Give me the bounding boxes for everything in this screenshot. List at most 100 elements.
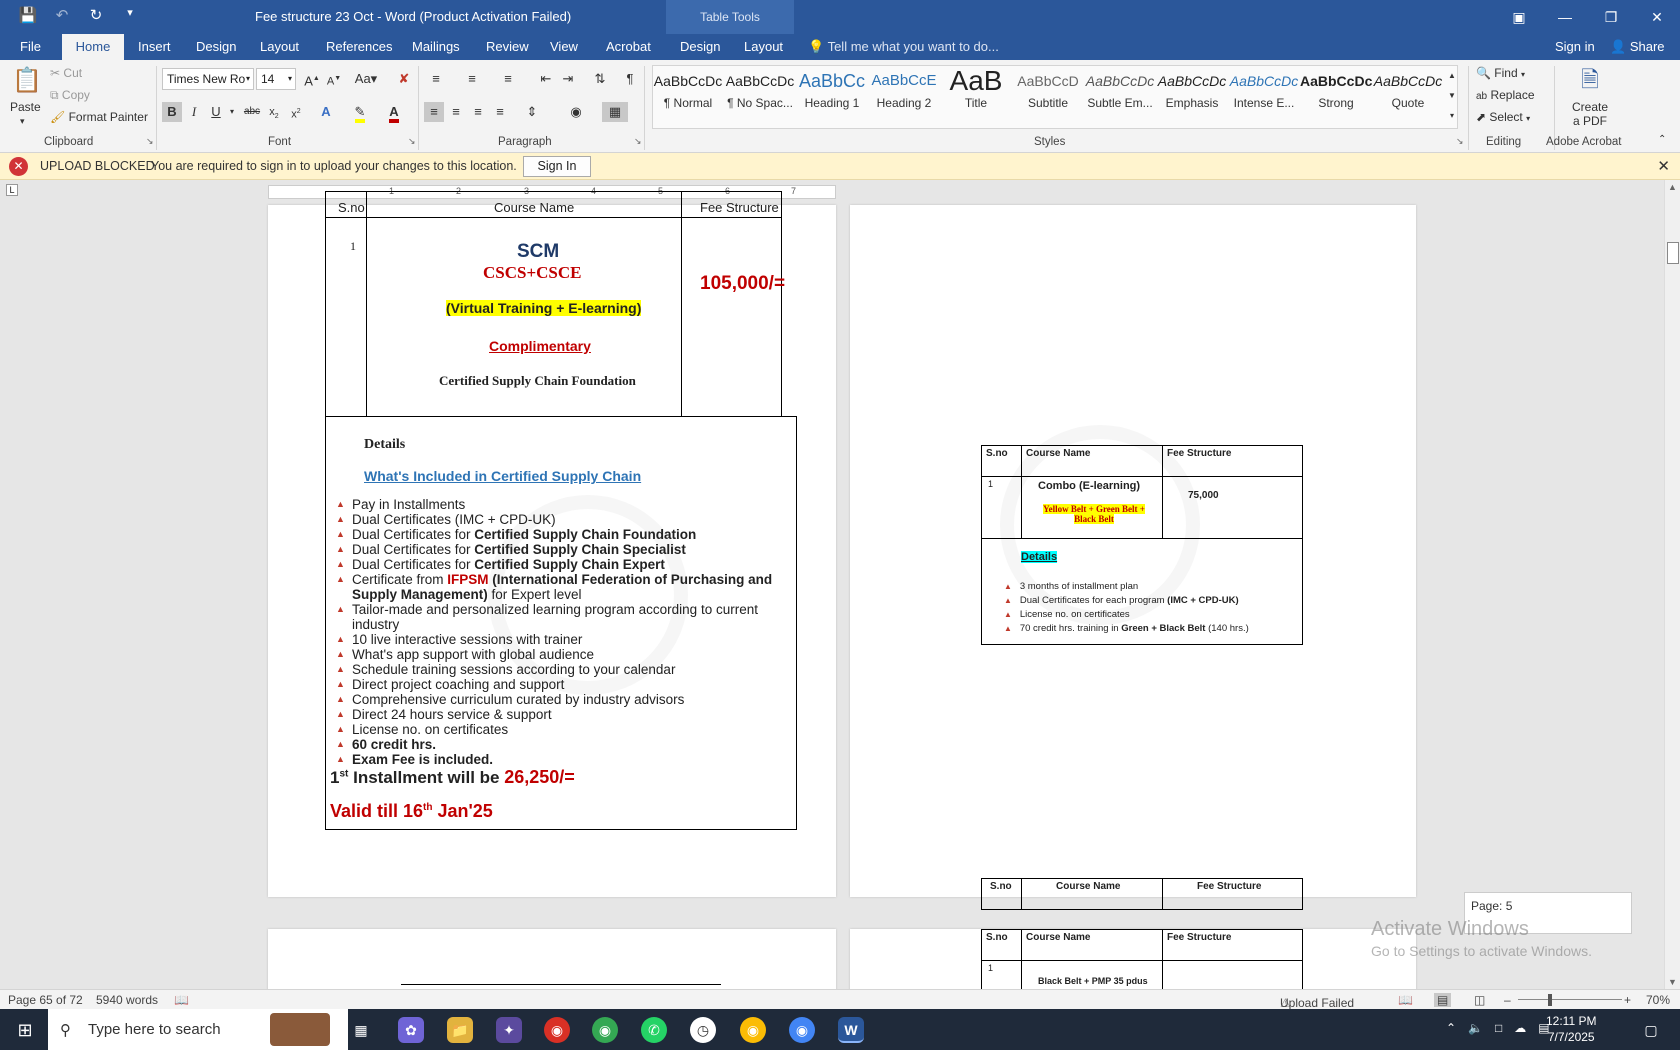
style-title[interactable]: AaB Title bbox=[940, 66, 1012, 126]
line-spacing-icon[interactable]: ⇕ bbox=[522, 102, 542, 122]
style-intense-emphasis[interactable]: AaBbCcDc Intense E... bbox=[1228, 66, 1300, 126]
subscript-button[interactable]: x2 bbox=[264, 102, 284, 122]
style-no-spacing[interactable]: AaBbCcDc ¶ No Spac... bbox=[724, 66, 796, 126]
tab-selector-icon[interactable]: L bbox=[6, 184, 18, 196]
sort-icon[interactable]: ⇅ bbox=[590, 69, 610, 89]
tab-design[interactable]: Design bbox=[186, 34, 246, 60]
windows-start-icon[interactable]: ⊞ bbox=[12, 1017, 38, 1043]
share-button[interactable]: 👤 Share bbox=[1610, 34, 1665, 60]
copy-button[interactable]: ⧉ Copy bbox=[50, 88, 90, 103]
document-area[interactable]: L 1 2 3 4 5 6 7 S.no Course Name Fee Str… bbox=[0, 180, 1664, 989]
create-pdf-button[interactable]: Create a PDF bbox=[1572, 100, 1608, 128]
chrome-icon[interactable]: ◉ bbox=[544, 1017, 570, 1043]
increase-indent-icon[interactable]: ⇥ bbox=[558, 69, 578, 89]
style-subtitle[interactable]: AaBbCcD Subtitle bbox=[1012, 66, 1084, 126]
multilevel-list-icon[interactable]: ≡ bbox=[498, 69, 518, 89]
strikethrough-button[interactable]: abc bbox=[242, 102, 262, 122]
sign-in-link[interactable]: Sign in bbox=[1555, 34, 1595, 60]
customize-qat-icon[interactable]: ▾ bbox=[120, 6, 140, 24]
gallery-more-icon[interactable]: ▾ bbox=[1442, 106, 1462, 126]
display-icon[interactable]: □ bbox=[1495, 1021, 1502, 1035]
message-sign-in-button[interactable]: Sign In bbox=[523, 156, 591, 177]
volume-icon[interactable]: 🔈 bbox=[1468, 1021, 1483, 1035]
zoom-out-icon[interactable]: – bbox=[1504, 993, 1511, 1007]
font-color-icon[interactable]: A bbox=[384, 102, 404, 123]
replace-button[interactable]: ab Replace bbox=[1476, 88, 1535, 102]
page-left-next[interactable] bbox=[268, 929, 836, 989]
font-launcher-icon[interactable]: ↘ bbox=[408, 136, 416, 147]
minimize-button[interactable]: — bbox=[1542, 0, 1588, 34]
tab-table-layout[interactable]: Layout bbox=[734, 34, 793, 60]
align-center-icon[interactable]: ≡ bbox=[446, 102, 466, 122]
style-normal[interactable]: AaBbCcDc ¶ Normal bbox=[652, 66, 724, 126]
scroll-down-icon[interactable]: ▼ bbox=[1668, 977, 1677, 987]
borders-icon[interactable]: ▦ bbox=[602, 102, 628, 122]
clipboard-launcher-icon[interactable]: ↘ bbox=[146, 136, 154, 147]
file-explorer-icon[interactable]: 📁 bbox=[447, 1017, 473, 1043]
gallery-up-icon[interactable]: ▲ bbox=[1442, 66, 1462, 86]
bullets-icon[interactable]: ≡ bbox=[426, 69, 446, 89]
close-icon[interactable]: ✕ bbox=[1657, 157, 1670, 175]
notifications-icon[interactable]: ▢ bbox=[1638, 1017, 1664, 1043]
find-button[interactable]: 🔍 Find ▾ bbox=[1476, 66, 1525, 80]
paste-button[interactable]: Paste bbox=[10, 100, 41, 114]
chrome-icon[interactable]: ◉ bbox=[740, 1017, 766, 1043]
cut-button[interactable]: ✂ Cut bbox=[50, 66, 82, 80]
clock-app-icon[interactable]: ◷ bbox=[690, 1017, 716, 1043]
italic-button[interactable]: I bbox=[184, 102, 204, 122]
paste-dropdown-icon[interactable]: ▾ bbox=[20, 116, 25, 127]
grow-font-icon[interactable]: A▲ bbox=[302, 69, 322, 89]
style-emphasis[interactable]: AaBbCcDc Emphasis bbox=[1156, 66, 1228, 126]
copilot-icon[interactable]: ✿ bbox=[398, 1017, 424, 1043]
align-left-icon[interactable]: ≡ bbox=[424, 102, 444, 122]
superscript-button[interactable]: x2 bbox=[286, 102, 306, 122]
font-name-select[interactable]: Times New Ro ▾ bbox=[162, 68, 254, 90]
taskbar-clock[interactable]: 12:11 PM 7/7/2025 bbox=[1546, 1013, 1596, 1045]
zoom-in-icon[interactable]: + bbox=[1624, 993, 1631, 1007]
restore-button[interactable]: ❐ bbox=[1588, 0, 1634, 34]
tab-layout[interactable]: Layout bbox=[250, 34, 309, 60]
chrome-icon[interactable]: ◉ bbox=[789, 1017, 815, 1043]
style-subtle-emphasis[interactable]: AaBbCcDc Subtle Em... bbox=[1084, 66, 1156, 126]
style-quote[interactable]: AaBbCcDc Quote bbox=[1372, 66, 1444, 126]
ribbon-display-icon[interactable]: ▣ bbox=[1496, 0, 1542, 34]
style-strong[interactable]: AaBbCcDc Strong bbox=[1300, 66, 1372, 126]
scroll-up-icon[interactable]: ▲ bbox=[1668, 182, 1677, 192]
bold-button[interactable]: B bbox=[162, 102, 182, 122]
gallery-down-icon[interactable]: ▼ bbox=[1442, 86, 1462, 106]
scrollbar-thumb[interactable] bbox=[1667, 242, 1679, 264]
redo-icon[interactable]: ↻ bbox=[86, 6, 106, 24]
page-right[interactable]: S.no Course Name Fee Structure 1 Combo (… bbox=[850, 205, 1416, 910]
tab-acrobat[interactable]: Acrobat bbox=[596, 34, 661, 60]
create-pdf-icon[interactable]: 🗎 bbox=[1574, 64, 1606, 96]
tab-mailings[interactable]: Mailings bbox=[402, 34, 470, 60]
whatsapp-icon[interactable]: ✆ bbox=[641, 1017, 667, 1043]
undo-icon[interactable]: ↶ bbox=[52, 6, 72, 24]
collapse-ribbon-icon[interactable]: ⌃ bbox=[1658, 134, 1666, 145]
web-layout-icon[interactable]: ◫ bbox=[1474, 993, 1485, 1007]
tab-view[interactable]: View bbox=[540, 34, 588, 60]
print-layout-icon[interactable]: ▤ bbox=[1434, 993, 1452, 1007]
pilcrow-icon[interactable]: ¶ bbox=[620, 69, 640, 89]
proofing-icon[interactable]: 📖 bbox=[174, 993, 189, 1007]
select-button[interactable]: ⬈ Select ▾ bbox=[1476, 110, 1530, 124]
highlight-icon[interactable]: ✎ bbox=[350, 102, 370, 123]
format-painter-button[interactable]: 🖌 Format Painter bbox=[50, 110, 148, 124]
clear-formatting-icon[interactable]: ✘ bbox=[394, 69, 414, 89]
zoom-level[interactable]: 70% bbox=[1646, 993, 1670, 1007]
styles-launcher-icon[interactable]: ↘ bbox=[1456, 136, 1464, 147]
chevron-up-icon[interactable]: ⌃ bbox=[1446, 1021, 1456, 1035]
tab-references[interactable]: References bbox=[316, 34, 402, 60]
app-icon[interactable]: ✦ bbox=[496, 1017, 522, 1043]
align-right-icon[interactable]: ≡ bbox=[468, 102, 488, 122]
shading-icon[interactable]: ◉ bbox=[566, 102, 586, 122]
tell-me-search[interactable]: 💡 Tell me what you want to do... bbox=[808, 34, 999, 60]
word-icon[interactable]: W bbox=[838, 1017, 864, 1043]
save-icon[interactable]: 💾 bbox=[18, 6, 38, 24]
weather-icon[interactable]: ☁ bbox=[1514, 1021, 1526, 1035]
tab-file[interactable]: File bbox=[10, 34, 51, 60]
close-button[interactable]: ✕ bbox=[1634, 0, 1680, 34]
zoom-slider[interactable] bbox=[1518, 999, 1622, 1000]
chrome-icon[interactable]: ◉ bbox=[592, 1017, 618, 1043]
style-heading-2[interactable]: AaBbCcE Heading 2 bbox=[868, 66, 940, 126]
